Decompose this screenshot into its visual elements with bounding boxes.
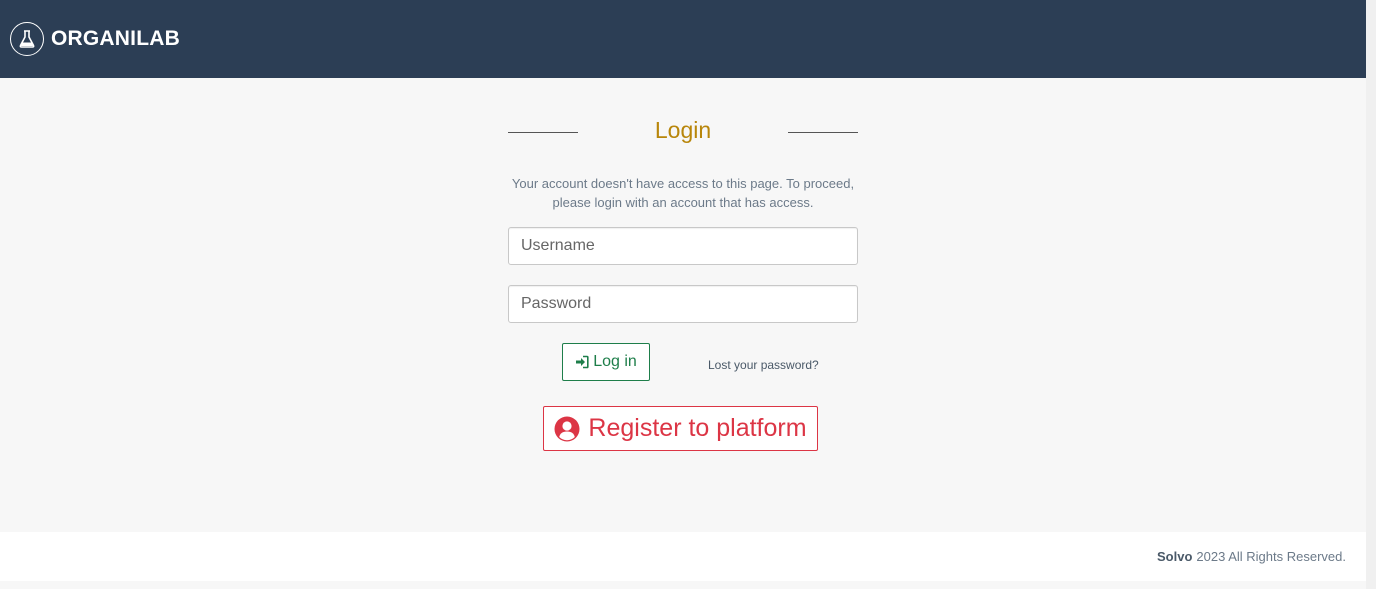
username-input[interactable] bbox=[508, 227, 858, 265]
register-button[interactable]: Register to platform bbox=[543, 406, 818, 451]
footer-rights: 2023 All Rights Reserved. bbox=[1196, 549, 1346, 564]
access-notice: Your account doesn't have access to this… bbox=[511, 176, 855, 210]
login-panel: Login Your account doesn't have access t… bbox=[508, 110, 858, 451]
flask-icon bbox=[10, 22, 44, 56]
login-button[interactable]: Log in bbox=[562, 343, 650, 381]
page: ORGANILAB Login Your account doesn't hav… bbox=[0, 0, 1366, 589]
lost-password-link[interactable]: Lost your password? bbox=[708, 358, 819, 372]
navbar: ORGANILAB bbox=[0, 0, 1366, 78]
register-button-label: Register to platform bbox=[588, 414, 807, 442]
footer-company: Solvo bbox=[1157, 549, 1193, 564]
title-divider-right bbox=[788, 132, 858, 133]
user-circle-icon bbox=[554, 416, 580, 442]
login-title-row: Login bbox=[508, 110, 858, 152]
login-button-label: Log in bbox=[593, 353, 637, 370]
brand-name: ORGANILAB bbox=[51, 27, 180, 50]
sign-in-icon bbox=[575, 355, 589, 369]
brand-link[interactable]: ORGANILAB bbox=[10, 22, 180, 56]
page-title: Login bbox=[654, 117, 712, 143]
password-input[interactable] bbox=[508, 285, 858, 323]
scrollbar[interactable] bbox=[1366, 0, 1376, 589]
footer: Solvo 2023 All Rights Reserved. bbox=[0, 532, 1366, 581]
